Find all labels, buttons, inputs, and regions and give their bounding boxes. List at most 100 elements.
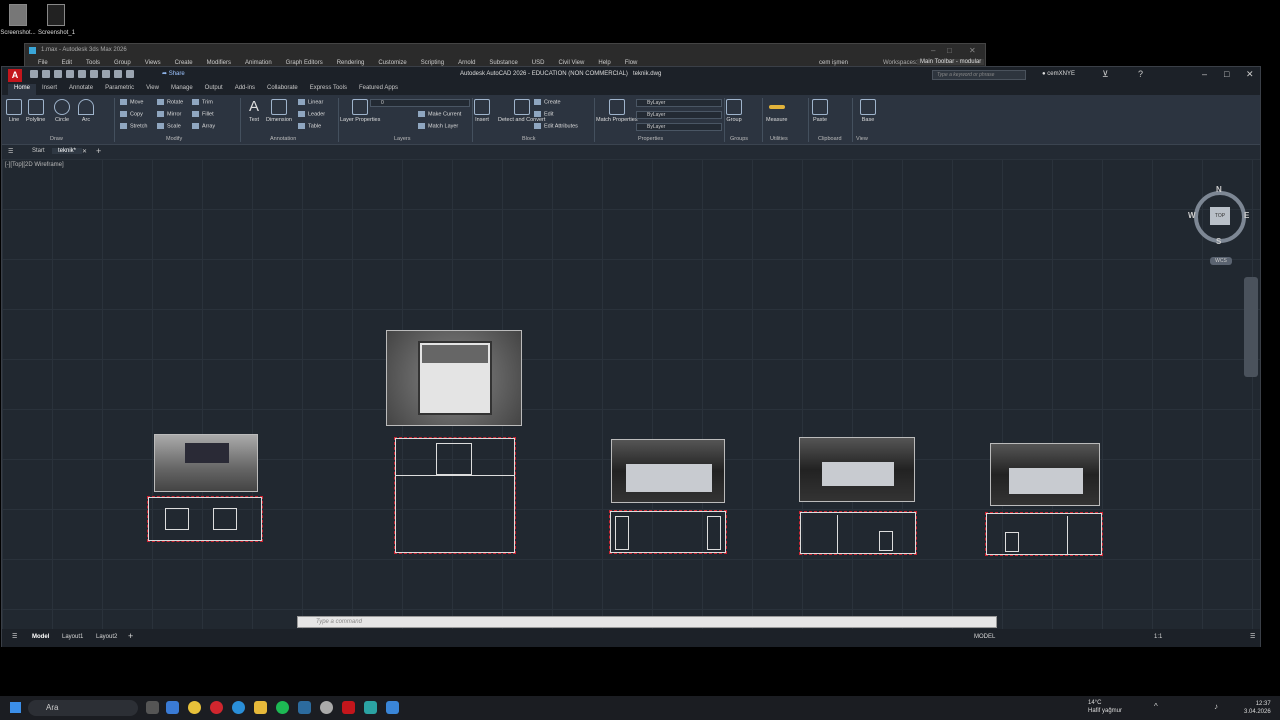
app-menu-icon[interactable]: ☰ <box>8 148 13 155</box>
tab-teknik[interactable]: teknik* <box>52 148 83 154</box>
minimize-icon[interactable]: – <box>1202 69 1207 79</box>
tab-collaborate[interactable]: Collaborate <box>261 84 304 95</box>
drawing-canvas[interactable]: [-][Top][2D Wireframe] TOP N S E W WCS <box>2 159 1260 629</box>
close-icon[interactable]: ✕ <box>969 46 976 55</box>
tab-featured-apps[interactable]: Featured Apps <box>353 84 404 95</box>
layers-panel-label[interactable]: Layers <box>394 136 411 142</box>
open-icon[interactable] <box>42 70 50 78</box>
desktop-icon-screenshot-a[interactable]: Screenshot... <box>0 4 36 36</box>
weather-widget[interactable]: 14°C Hafif yağmur <box>1088 699 1122 715</box>
table-button[interactable]: Table <box>298 123 321 129</box>
viewcube-top-face[interactable]: TOP <box>1210 207 1230 225</box>
tab-start[interactable]: Start <box>32 148 45 154</box>
tab-addins[interactable]: Add-ins <box>229 84 261 95</box>
wcs-menu[interactable]: WCS <box>1210 257 1232 265</box>
opera-icon[interactable] <box>210 701 223 714</box>
annotation-panel-label[interactable]: Annotation <box>270 136 296 142</box>
web-mobile-icon[interactable] <box>78 70 86 78</box>
layer-dropdown[interactable]: 0 <box>370 99 470 107</box>
customize-icon[interactable]: ☰ <box>1250 633 1255 640</box>
tab-home[interactable]: Home <box>8 84 37 95</box>
rotate-button[interactable]: Rotate <box>157 99 183 105</box>
chevron-up-icon[interactable]: ^ <box>1154 702 1158 711</box>
text-button[interactable]: A Text <box>246 99 262 124</box>
3dsmax-taskbar-icon[interactable] <box>364 701 377 714</box>
file-explorer-icon[interactable] <box>254 701 267 714</box>
properties-panel-label[interactable]: Properties <box>638 136 663 142</box>
desktop-icon-screenshot-b[interactable]: Screenshot_1 <box>38 4 75 36</box>
utilities-panel-label[interactable]: Utilities <box>770 136 788 142</box>
new-tab-icon[interactable]: + <box>96 146 101 156</box>
create-block-button[interactable]: Create <box>534 99 561 105</box>
view-panel-label[interactable]: View <box>856 136 868 142</box>
compass-s[interactable]: S <box>1216 237 1221 246</box>
base-button[interactable]: Base <box>860 99 876 123</box>
clock[interactable]: 12:37 3.04.2026 <box>1244 700 1271 716</box>
measure-button[interactable]: Measure <box>766 99 787 123</box>
maximize-icon[interactable]: □ <box>947 46 952 55</box>
arc-button[interactable]: Arc <box>78 99 94 123</box>
model-space-toggle[interactable]: MODEL <box>974 634 995 640</box>
autocad-window[interactable]: A ➦ Share Autodesk AutoCAD 2026 - EDUCAT… <box>1 66 1261 647</box>
scale-button[interactable]: Scale <box>157 123 181 129</box>
match-layer-button[interactable]: Match Layer <box>418 123 458 129</box>
taskbar-search[interactable]: Ara <box>28 700 138 716</box>
line-button[interactable]: Line <box>6 99 22 123</box>
dimension-button[interactable]: Dimension <box>266 99 292 123</box>
save-icon[interactable] <box>54 70 62 78</box>
qat-dropdown-icon[interactable] <box>126 70 134 78</box>
make-current-button[interactable]: Make Current <box>418 111 461 117</box>
mirror-button[interactable]: Mirror <box>157 111 181 117</box>
tab-insert[interactable]: Insert <box>36 84 63 95</box>
lineweight-dropdown[interactable]: ByLayer <box>636 123 722 131</box>
layout-tab-layout2[interactable]: Layout2 <box>96 634 117 640</box>
compass-n[interactable]: N <box>1216 185 1222 194</box>
app-icon[interactable] <box>386 701 399 714</box>
edit-attributes-button[interactable]: Edit Attributes <box>534 123 578 129</box>
command-line[interactable]: Type a command <box>297 616 997 628</box>
move-button[interactable]: Move <box>120 99 143 105</box>
tab-view[interactable]: View <box>140 84 165 95</box>
compass-w[interactable]: W <box>1188 211 1196 220</box>
layout-menu-icon[interactable]: ☰ <box>12 633 17 640</box>
autocad-logo-icon[interactable]: A <box>8 69 22 82</box>
color-dropdown[interactable]: ByLayer <box>636 99 722 107</box>
navigation-bar[interactable] <box>1244 277 1258 377</box>
insert-button[interactable]: Insert <box>474 99 490 123</box>
cart-icon[interactable]: ⊻ <box>1102 69 1109 80</box>
layout-tab-layout1[interactable]: Layout1 <box>62 634 83 640</box>
volume-icon[interactable]: ♪ <box>1214 702 1218 711</box>
fillet-button[interactable]: Fillet <box>192 111 214 117</box>
spotify-icon[interactable] <box>276 701 289 714</box>
edit-block-button[interactable]: Edit <box>534 111 553 117</box>
copy-button[interactable]: Copy <box>120 111 143 117</box>
draw-panel-label[interactable]: Draw <box>50 136 63 142</box>
share-button[interactable]: ➦ Share <box>162 70 185 77</box>
chrome-icon[interactable] <box>188 701 201 714</box>
print-icon[interactable] <box>90 70 98 78</box>
maximize-icon[interactable]: □ <box>1224 69 1229 79</box>
block-panel-label[interactable]: Block <box>522 136 535 142</box>
array-button[interactable]: Array <box>192 123 215 129</box>
compass-e[interactable]: E <box>1244 211 1249 220</box>
match-properties-button[interactable]: Match Properties <box>596 99 638 123</box>
edge-icon[interactable] <box>232 701 245 714</box>
annotation-scale[interactable]: 1:1 <box>1154 634 1162 640</box>
tab-annotate[interactable]: Annotate <box>63 84 99 95</box>
app-icon[interactable] <box>166 701 179 714</box>
undo-icon[interactable] <box>102 70 110 78</box>
clipboard-panel-label[interactable]: Clipboard <box>818 136 842 142</box>
tab-express-tools[interactable]: Express Tools <box>304 84 353 95</box>
linetype-dropdown[interactable]: ByLayer <box>636 111 722 119</box>
search-input[interactable]: Type a keyword or phrase <box>932 70 1026 80</box>
circle-button[interactable]: Circle <box>54 99 70 123</box>
tab-parametric[interactable]: Parametric <box>99 84 140 95</box>
task-view-icon[interactable] <box>146 701 159 714</box>
minimize-icon[interactable]: – <box>931 46 935 55</box>
redo-icon[interactable] <box>114 70 122 78</box>
stretch-button[interactable]: Stretch <box>120 123 147 129</box>
add-layout-icon[interactable]: + <box>128 631 133 641</box>
linear-dropdown[interactable]: Linear <box>298 99 323 105</box>
save-as-icon[interactable] <box>66 70 74 78</box>
windows-start-icon[interactable] <box>10 702 21 713</box>
